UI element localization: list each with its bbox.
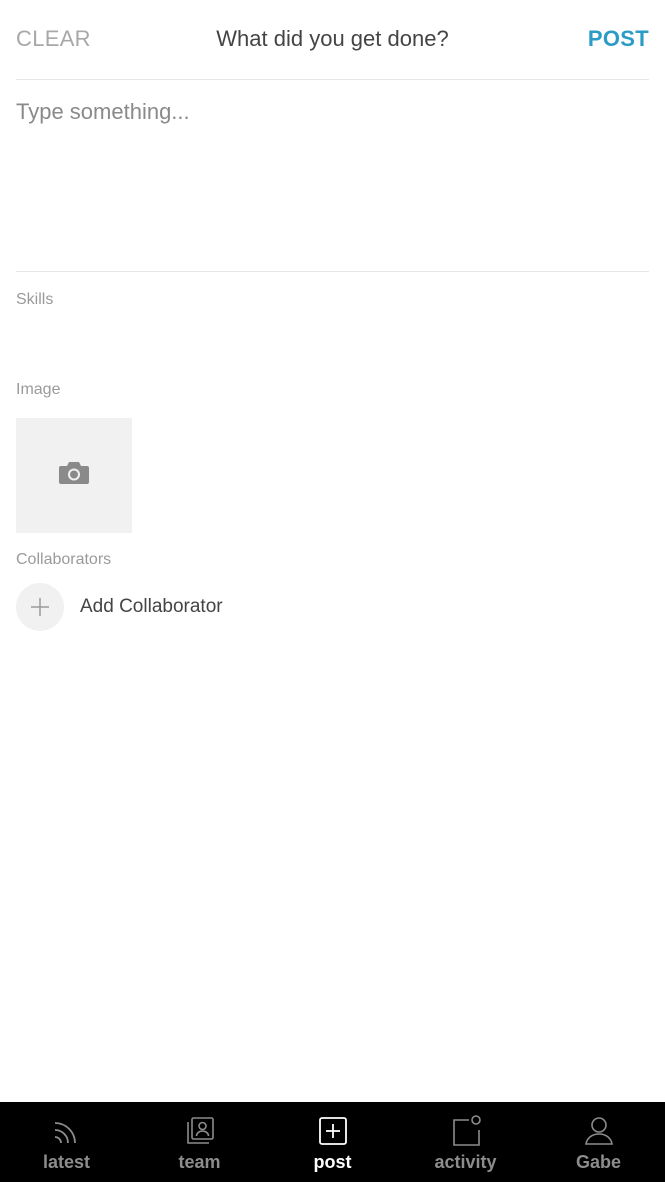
compose-area [16, 80, 649, 272]
post-text-input[interactable] [16, 80, 649, 271]
tab-profile[interactable]: Gabe [532, 1102, 665, 1182]
user-icon [584, 1114, 614, 1148]
team-icon [185, 1114, 215, 1148]
camera-icon [58, 460, 90, 491]
tab-post-label: post [313, 1152, 352, 1172]
image-label: Image [16, 381, 61, 398]
rss-icon [52, 1114, 82, 1148]
tab-team[interactable]: team [133, 1102, 266, 1182]
tab-latest-label: latest [42, 1152, 91, 1172]
notification-icon [450, 1114, 482, 1148]
compose-screen: CLEAR What did you get done? POST Skills… [0, 0, 665, 1182]
skills-input[interactable] [16, 316, 649, 364]
image-picker-button[interactable] [16, 418, 132, 533]
plus-icon [16, 583, 64, 631]
plus-square-icon [318, 1114, 348, 1148]
collaborators-label: Collaborators [16, 551, 112, 568]
tab-post[interactable]: post [266, 1102, 399, 1182]
tab-activity[interactable]: activity [399, 1102, 532, 1182]
add-collaborator-button[interactable]: Add Collaborator [16, 583, 223, 631]
add-collaborator-label: Add Collaborator [80, 596, 223, 617]
tab-team-label: team [178, 1152, 221, 1172]
tab-profile-label: Gabe [575, 1152, 622, 1172]
post-button[interactable]: POST [588, 26, 649, 52]
header: CLEAR What did you get done? POST [16, 0, 649, 80]
page-title: What did you get done? [216, 26, 449, 51]
tab-activity-label: activity [434, 1152, 497, 1172]
skills-label: Skills [16, 291, 54, 308]
tab-bar: latest team post activity Gabe [0, 1102, 665, 1182]
tab-latest[interactable]: latest [0, 1102, 133, 1182]
clear-button[interactable]: CLEAR [16, 26, 91, 52]
